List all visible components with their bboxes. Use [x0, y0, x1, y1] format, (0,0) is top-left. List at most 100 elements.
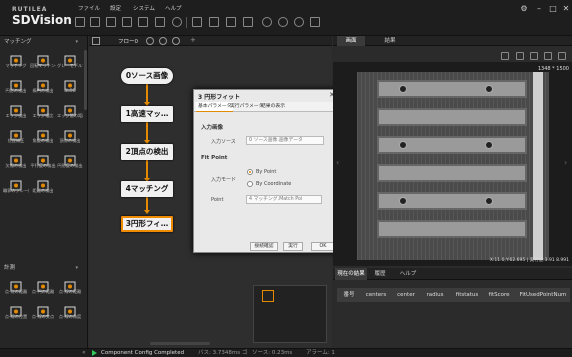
flow-node-vertex-detect[interactable]: 2頂点の検出 [121, 144, 173, 160]
col-fitstatus[interactable]: fitstatus [451, 288, 483, 302]
flow-hscrollbar[interactable] [150, 342, 210, 345]
col-center[interactable]: center [393, 288, 419, 302]
col-fit-used-point-num[interactable]: FitUsedPointNum [516, 288, 570, 302]
next-image-icon[interactable]: › [564, 158, 567, 167]
point-field[interactable]: 4 マッチング.Match Poi [246, 195, 322, 204]
tool-tile[interactable]: 位置補正 [3, 125, 29, 149]
status-ok-icon [92, 350, 97, 356]
save-as-icon[interactable] [106, 17, 116, 27]
ellipse-detect-icon [37, 76, 49, 91]
image-icon[interactable] [138, 17, 148, 27]
tool-tile[interactable]: 回転マッチング [30, 50, 56, 74]
col-centers[interactable]: centers [362, 288, 390, 302]
radio-by-point-label[interactable]: By Point [256, 169, 276, 175]
tab-result[interactable]: 結果 [376, 36, 404, 46]
tab-image[interactable]: 画面 [337, 36, 365, 46]
tool-tile[interactable]: 点-線の位置 [3, 301, 29, 325]
col-radius[interactable]: radius [422, 288, 448, 302]
stop-icon[interactable] [294, 17, 304, 27]
tab-current-result[interactable]: 現在の結果 [335, 268, 367, 280]
tool-tile[interactable]: 平行度の検出 [30, 150, 56, 174]
tool-tile[interactable]: 点-線の距離 [57, 276, 83, 300]
palette-scrollbar[interactable] [84, 50, 87, 110]
flow-loop-icon[interactable] [159, 37, 167, 45]
edge-distance-icon [64, 101, 76, 116]
radio-by-coordinate[interactable] [247, 181, 253, 187]
section-measure-header[interactable]: 計測 ▾ [0, 264, 80, 273]
settings-icon[interactable]: ⚙ [519, 4, 529, 14]
layout-icon[interactable] [122, 17, 132, 27]
radio-by-coordinate-label[interactable]: By Coordinate [256, 181, 291, 187]
tool-tile[interactable]: 楕円の検出 [30, 75, 56, 99]
flow-run-icon[interactable] [146, 37, 154, 45]
export-icon[interactable] [310, 17, 320, 27]
crop-icon[interactable] [544, 52, 552, 60]
tool-tile[interactable]: BLOB [57, 75, 83, 99]
menu-help[interactable]: ヘルプ [165, 4, 182, 14]
run-button[interactable]: 実行 [283, 242, 303, 251]
run-once-icon[interactable] [262, 17, 272, 27]
zoom-in-icon[interactable] [516, 52, 524, 60]
input-source-field[interactable]: 0 ソース画像.画像データ [246, 136, 324, 145]
tool-tile[interactable]: 距離の検出 [30, 175, 56, 199]
menu-file[interactable]: ファイル [78, 4, 100, 14]
flow-tree-icon[interactable] [92, 37, 100, 45]
tool-tile-label: 距離の検出 [32, 188, 54, 193]
tool-tile[interactable]: マッチング [3, 50, 29, 74]
tool-tile-label: マッチング [5, 63, 27, 68]
flow-node-source-image[interactable]: 0ソース画像 [121, 68, 173, 84]
section-matching-header[interactable]: マッチング ▾ [0, 38, 80, 47]
tool-tile[interactable]: 頂点の検出 [57, 125, 83, 149]
tab-history[interactable]: 履歴 [370, 268, 390, 280]
tool-tile[interactable]: 点-点の距離 [3, 276, 29, 300]
parallel-detect-icon [37, 151, 49, 166]
close-icon[interactable]: ✕ [561, 4, 571, 14]
add-flow-icon[interactable]: + [190, 36, 196, 44]
maximize-icon[interactable]: □ [548, 4, 558, 14]
grid-icon[interactable] [209, 17, 219, 27]
col-fitscore[interactable]: fitScore [485, 288, 513, 302]
tool-tile-label: エッジ検出 [5, 113, 27, 118]
save-icon[interactable] [75, 17, 85, 27]
flow-node-fast-match[interactable]: 1高速マッ… [121, 106, 173, 122]
col-number[interactable]: 番号 [337, 288, 361, 302]
tool-tile[interactable]: エッジ間の距離 [57, 100, 83, 124]
palette-icon[interactable] [172, 17, 182, 27]
list-icon[interactable] [243, 17, 253, 27]
tool-tile[interactable]: 円形の検出 [3, 75, 29, 99]
tool-tile[interactable]: 角度の検出 [30, 125, 56, 149]
tool-tile[interactable]: 欠陥の検出 [3, 150, 29, 174]
flow-title[interactable]: フロー0 [118, 37, 138, 45]
menu-settings[interactable]: 設定 [110, 4, 121, 14]
collapse-icon[interactable]: « [82, 349, 86, 356]
open-folder-icon[interactable] [90, 17, 100, 27]
flow-stop-icon[interactable] [172, 37, 180, 45]
tool-tile[interactable]: 輪郭のグレー度 [3, 175, 29, 199]
tool-tile[interactable]: 点-線の角度 [57, 301, 83, 325]
minimap-viewport[interactable] [262, 290, 274, 302]
radio-by-point[interactable] [247, 169, 253, 175]
tool-tile[interactable]: グレーモデルマッチ… [57, 50, 83, 74]
menu-system[interactable]: システム [133, 4, 155, 14]
tool-tile[interactable]: 円形度の検出 [57, 150, 83, 174]
fit-screen-icon[interactable] [501, 52, 509, 60]
flow-node-matching[interactable]: 4マッチング [121, 181, 173, 197]
panel-icon[interactable] [226, 17, 236, 27]
flow-node-circle-fit[interactable]: 3円形フィ… [121, 216, 173, 232]
tool-tile[interactable]: 点-円の距離 [30, 276, 56, 300]
camera-icon[interactable] [155, 17, 165, 27]
minimize-icon[interactable]: – [534, 4, 544, 14]
tab-help[interactable]: ヘルプ [396, 268, 420, 280]
tool-tile[interactable]: 点-線の交点 [30, 301, 56, 325]
run-continuous-icon[interactable] [278, 17, 288, 27]
zoom-out-icon[interactable] [530, 52, 538, 60]
save-image-icon[interactable] [558, 52, 566, 60]
tab-result-display[interactable]: 結果の表示 [259, 102, 287, 112]
tool-tile[interactable]: エッジ幅比 [30, 100, 56, 124]
prev-image-icon[interactable]: ‹ [336, 158, 339, 167]
connect-check-button[interactable]: 接続確認 [250, 242, 278, 251]
ok-button[interactable]: OK [311, 242, 335, 251]
edit-icon[interactable] [192, 17, 202, 27]
tool-tile-label: 平行度の検出 [30, 163, 56, 168]
tool-tile[interactable]: エッジ検出 [3, 100, 29, 124]
